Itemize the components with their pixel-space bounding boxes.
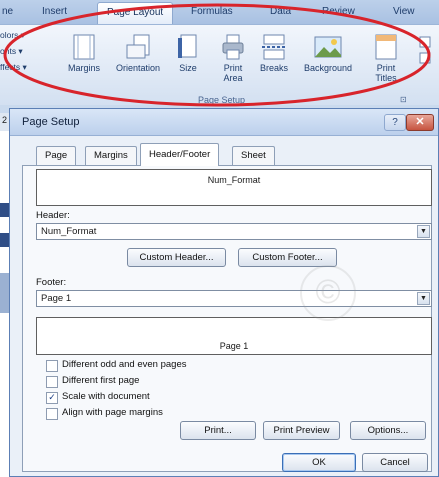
checkbox-box[interactable]	[46, 376, 58, 388]
header-dropdown[interactable]: Num_Format ▼	[36, 223, 432, 240]
tab-margins[interactable]: Margins	[85, 146, 137, 165]
dialog-launcher-icon[interactable]: ⊡	[400, 95, 407, 104]
background-button[interactable]: Background	[296, 33, 360, 73]
margins-icon	[73, 34, 95, 60]
header-dropdown-value: Num_Format	[41, 226, 97, 237]
dialog-title: Page Setup	[22, 116, 80, 128]
options-button[interactable]: Options...	[350, 421, 426, 440]
print-titles-label: Print Titles	[375, 63, 397, 83]
dialog-titlebar[interactable]: Page Setup ? ✕	[10, 109, 438, 136]
tab-data[interactable]: Data	[270, 6, 291, 17]
checkbox-box[interactable]	[46, 360, 58, 372]
print-area-label: Print Area	[223, 63, 243, 83]
size-icon	[178, 34, 197, 58]
footer-dropdown-value: Page 1	[41, 293, 72, 304]
custom-footer-button[interactable]: Custom Footer...	[238, 248, 337, 267]
tab-home-partial[interactable]: ne	[2, 6, 13, 17]
printer-icon	[222, 34, 244, 60]
checkbox-label: Different first page	[62, 375, 140, 386]
tab-insert[interactable]: Insert	[42, 6, 67, 17]
page-setup-group-label: Page Setup	[198, 95, 246, 105]
header-label: Header:	[36, 210, 70, 221]
footer-preview-text: Page 1	[219, 341, 249, 351]
fonts-button[interactable]: onts ▾	[0, 46, 23, 57]
background-image-icon	[314, 36, 342, 58]
checkbox-label: Align with page margins	[62, 407, 163, 418]
help-button[interactable]: ?	[384, 114, 406, 131]
checkmark-icon[interactable]: ✓	[46, 392, 58, 404]
margins-button[interactable]: Margins	[60, 33, 108, 73]
page-setup-dialog: Page Setup ? ✕ Page Margins Header/Foote…	[9, 108, 439, 477]
print-titles-icon	[375, 34, 397, 60]
tab-header-footer[interactable]: Header/Footer	[140, 143, 220, 166]
row-number: 2	[2, 115, 8, 125]
effects-button[interactable]: ffects ▾	[0, 62, 27, 73]
tab-page[interactable]: Page	[36, 146, 77, 165]
tab-formulas[interactable]: Formulas	[191, 6, 233, 17]
size-label: Size	[179, 63, 197, 73]
custom-header-button[interactable]: Custom Header...	[127, 248, 226, 267]
checkbox-label: Different odd and even pages	[62, 359, 187, 370]
breaks-icon	[262, 34, 286, 60]
tab-page-layout[interactable]: Page Layout	[97, 2, 174, 24]
header-preview: Num_Format	[36, 169, 432, 206]
colors-button[interactable]: olors ▾	[0, 30, 25, 41]
cancel-button[interactable]: Cancel	[362, 453, 428, 472]
breaks-button[interactable]: Breaks	[256, 33, 292, 73]
arrange-partial-icon	[418, 35, 432, 75]
orientation-button[interactable]: Orientation	[108, 33, 168, 73]
footer-preview: Page 1	[36, 317, 432, 355]
tab-review[interactable]: Review	[322, 6, 355, 17]
ribbon: ne Insert Page Layout Formulas Data Revi…	[0, 0, 439, 113]
orientation-label: Orientation	[115, 63, 161, 73]
breaks-label: Breaks	[259, 63, 288, 73]
footer-label: Footer:	[36, 277, 67, 288]
ok-button[interactable]: OK	[282, 453, 356, 472]
tab-view[interactable]: View	[393, 6, 415, 17]
margins-label: Margins	[67, 63, 100, 73]
background-label: Background	[303, 63, 353, 73]
chevron-down-icon[interactable]: ▼	[417, 292, 430, 305]
print-area-button[interactable]: Print Area	[212, 33, 254, 83]
print-preview-button[interactable]: Print Preview	[263, 421, 340, 440]
checkbox-box[interactable]	[46, 408, 58, 420]
checkbox-label: Scale with document	[62, 391, 150, 402]
print-titles-button[interactable]: Print Titles	[366, 33, 406, 83]
close-button[interactable]: ✕	[406, 114, 434, 131]
ribbon-body: olors ▾ onts ▾ ffects ▾ Margins Orientat…	[0, 24, 439, 105]
tab-sheet[interactable]: Sheet	[232, 146, 275, 165]
footer-dropdown[interactable]: Page 1 ▼	[36, 290, 432, 307]
orientation-icon	[126, 34, 150, 59]
ribbon-tab-bar: ne Insert Page Layout Formulas Data Revi…	[0, 0, 439, 24]
size-button[interactable]: Size	[172, 33, 204, 73]
print-button[interactable]: Print...	[180, 421, 256, 440]
chevron-down-icon[interactable]: ▼	[417, 225, 430, 238]
header-preview-text: Num_Format	[207, 175, 261, 185]
